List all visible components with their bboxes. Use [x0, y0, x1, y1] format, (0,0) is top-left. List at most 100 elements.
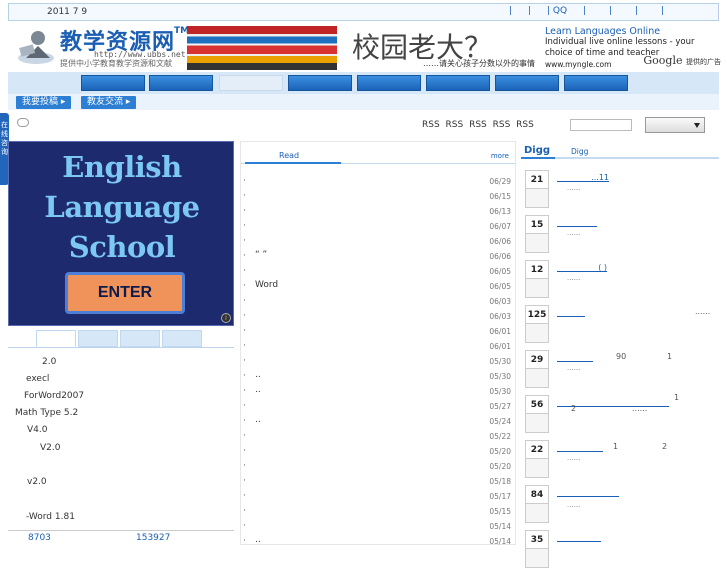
- site-logo[interactable]: 教学资源网 TM http://www.ubbs.net 提供中小学教育教学资源…: [14, 26, 190, 70]
- nav-item[interactable]: [149, 75, 213, 91]
- tab-digg-2[interactable]: Digg: [571, 147, 588, 156]
- bullet: ·: [243, 311, 246, 321]
- software-item[interactable]: execl: [26, 374, 49, 384]
- ad-title[interactable]: Learn Languages Online: [545, 26, 721, 37]
- list-item[interactable]: ·.. 05/30: [241, 385, 515, 400]
- software-item[interactable]: ForWord2007: [24, 391, 84, 401]
- list-item[interactable]: · 05/18: [241, 475, 515, 490]
- digg-count-box[interactable]: 29: [525, 350, 549, 388]
- top-link-qq[interactable]: | QQ: [547, 6, 583, 16]
- info-icon[interactable]: i: [221, 313, 231, 323]
- top-link[interactable]: |: [661, 6, 680, 16]
- list-item[interactable]: · 05/30: [241, 355, 515, 370]
- digg-title[interactable]: [557, 443, 603, 452]
- digg-title[interactable]: ...11: [557, 173, 609, 182]
- digg-count-box[interactable]: 12: [525, 260, 549, 298]
- digg-title[interactable]: [557, 488, 619, 497]
- top-link[interactable]: |: [609, 6, 635, 16]
- nav-item[interactable]: [357, 75, 421, 91]
- item-title[interactable]: ..: [255, 535, 261, 545]
- nav-item[interactable]: [426, 75, 490, 91]
- list-item[interactable]: · 06/29: [241, 175, 515, 190]
- teacher-exchange-button[interactable]: 教友交流 ▸: [81, 96, 137, 109]
- list-item[interactable]: · “ ” 06/06: [241, 250, 515, 265]
- software-tab[interactable]: [162, 330, 202, 347]
- item-title[interactable]: ..: [255, 415, 261, 425]
- list-item[interactable]: · 06/15: [241, 190, 515, 205]
- digg-title[interactable]: [557, 308, 585, 317]
- tab-read[interactable]: Read: [279, 151, 299, 160]
- digg-item: 12 ( )......: [525, 260, 719, 302]
- software-item[interactable]: 2.0: [42, 357, 56, 367]
- pencils-image: [187, 26, 337, 70]
- nav-item[interactable]: [81, 75, 145, 91]
- list-item[interactable]: · 06/13: [241, 205, 515, 220]
- digg-count-box[interactable]: 35: [525, 530, 549, 568]
- list-item[interactable]: · 06/03: [241, 310, 515, 325]
- software-tab[interactable]: [36, 330, 76, 347]
- item-title[interactable]: ..: [255, 370, 261, 380]
- list-item[interactable]: · Word 06/05: [241, 280, 515, 295]
- software-item[interactable]: V4.0: [27, 425, 47, 435]
- list-item[interactable]: · 06/03: [241, 295, 515, 310]
- digg-count-box[interactable]: 22: [525, 440, 549, 478]
- list-item[interactable]: ·.. 05/30: [241, 370, 515, 385]
- top-link[interactable]: |: [635, 6, 661, 16]
- software-tab[interactable]: [78, 330, 118, 347]
- digg-title[interactable]: ( ): [557, 263, 607, 272]
- software-item[interactable]: V2.0: [40, 443, 60, 453]
- top-link[interactable]: |: [528, 6, 547, 16]
- list-item[interactable]: ·.. 05/24: [241, 415, 515, 430]
- tab-digg[interactable]: Digg: [524, 145, 550, 156]
- ad-line: English: [62, 150, 182, 184]
- list-item[interactable]: · 06/01: [241, 340, 515, 355]
- english-school-ad[interactable]: English Language School ENTER i: [8, 141, 234, 326]
- search-category-select[interactable]: [645, 117, 705, 133]
- digg-extra: 2: [571, 404, 577, 413]
- digg-count-box[interactable]: 56: [525, 395, 549, 433]
- digg-count: 29: [526, 351, 548, 369]
- list-item[interactable]: ·.. 05/14: [241, 535, 515, 550]
- digg-count: 35: [526, 531, 548, 549]
- digg-count-box[interactable]: 84: [525, 485, 549, 523]
- list-item[interactable]: · 06/06: [241, 235, 515, 250]
- list-item[interactable]: · 06/05: [241, 265, 515, 280]
- nav-item[interactable]: [288, 75, 352, 91]
- software-item[interactable]: v2.0: [27, 477, 47, 487]
- nav-item[interactable]: [495, 75, 559, 91]
- search-input[interactable]: [570, 119, 632, 131]
- list-item[interactable]: · 05/20: [241, 460, 515, 475]
- list-item[interactable]: · 05/15: [241, 505, 515, 520]
- more-link[interactable]: more: [491, 152, 509, 160]
- submit-article-button[interactable]: 我要投稿 ▸: [16, 96, 72, 109]
- list-item[interactable]: · 05/17: [241, 490, 515, 505]
- digg-meta: ......: [567, 454, 581, 462]
- list-item[interactable]: · 05/14: [241, 520, 515, 535]
- list-item[interactable]: · 06/01: [241, 325, 515, 340]
- digg-title[interactable]: [557, 353, 593, 362]
- banner-ad[interactable]: 校园老大？ ……请关心孩子分数以外的事情: [187, 26, 545, 70]
- item-title[interactable]: Word: [255, 280, 278, 290]
- enter-button[interactable]: ENTER: [65, 272, 185, 314]
- item-date: 06/05: [489, 267, 511, 276]
- google-ad[interactable]: Learn Languages Online Individual live o…: [545, 26, 721, 72]
- top-link[interactable]: |: [583, 6, 609, 16]
- digg-title[interactable]: [557, 218, 597, 227]
- nav-item-active[interactable]: [219, 75, 283, 91]
- list-item[interactable]: · 06/07: [241, 220, 515, 235]
- digg-count-box[interactable]: 125: [525, 305, 549, 343]
- list-item[interactable]: · 05/22: [241, 430, 515, 445]
- digg-title[interactable]: [557, 533, 601, 542]
- software-item[interactable]: -Word 1.81: [26, 512, 75, 522]
- nav-item[interactable]: [564, 75, 628, 91]
- top-link[interactable]: |: [509, 6, 528, 16]
- item-title[interactable]: “ ”: [255, 250, 267, 260]
- list-item[interactable]: · 05/27: [241, 400, 515, 415]
- software-tab[interactable]: [120, 330, 160, 347]
- digg-count-box[interactable]: 21: [525, 170, 549, 208]
- rss-links[interactable]: RSS RSS RSS RSS RSS: [422, 120, 534, 130]
- software-item[interactable]: Math Type 5.2: [15, 408, 78, 418]
- list-item[interactable]: · 05/20: [241, 445, 515, 460]
- digg-count-box[interactable]: 15: [525, 215, 549, 253]
- item-title[interactable]: ..: [255, 385, 261, 395]
